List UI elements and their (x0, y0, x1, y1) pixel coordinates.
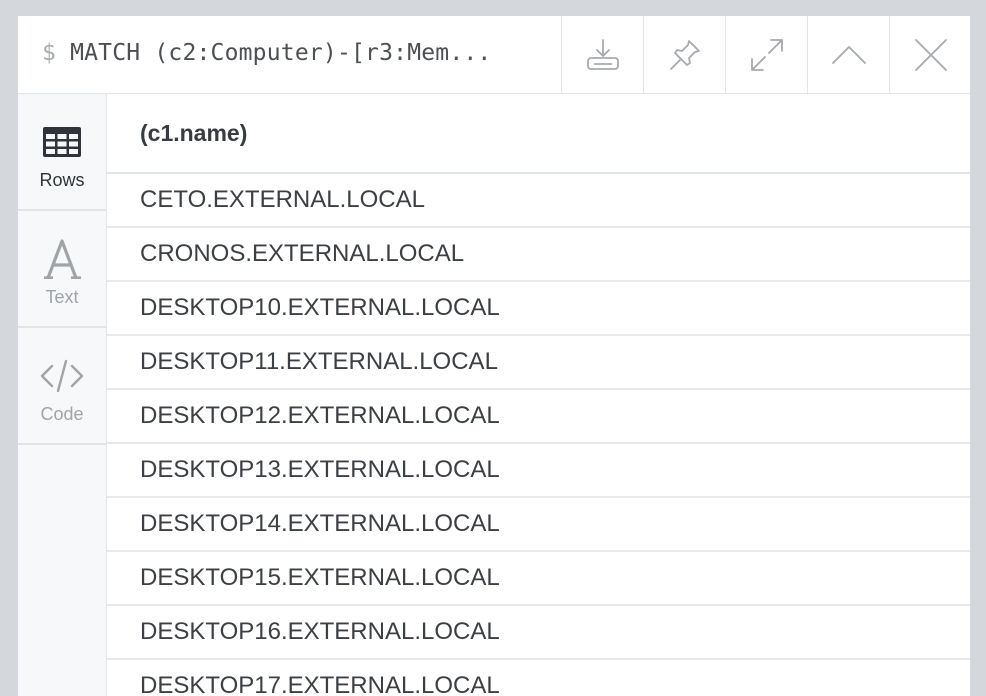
frame-header: $ MATCH (c2:Computer)-[r3:Mem... (18, 16, 970, 94)
table-row: DESKTOP14.EXTERNAL.LOCAL (107, 498, 970, 552)
download-button[interactable] (561, 16, 643, 93)
tab-text-label: Text (45, 287, 79, 307)
query-text: MATCH (c2:Computer)-[r3:Mem... (70, 40, 492, 66)
close-icon (914, 38, 947, 71)
collapse-button[interactable] (807, 16, 889, 93)
query-prompt: $ (42, 40, 57, 66)
result-frame: $ MATCH (c2:Computer)-[r3:Mem... Rows Te… (18, 16, 970, 696)
close-button[interactable] (889, 16, 970, 93)
table-row: DESKTOP12.EXTERNAL.LOCAL (107, 390, 970, 444)
pin-button[interactable] (643, 16, 725, 93)
view-sidebar: Rows Text Code (18, 94, 107, 696)
download-icon (586, 38, 619, 70)
expand-icon (750, 38, 783, 71)
table-row: DESKTOP11.EXTERNAL.LOCAL (107, 336, 970, 390)
tab-code[interactable]: Code (18, 328, 106, 445)
fullscreen-button[interactable] (725, 16, 807, 93)
text-icon (44, 239, 81, 279)
table-row: CRONOS.EXTERNAL.LOCAL (107, 228, 970, 282)
chevron-up-icon (831, 45, 866, 64)
table-row: DESKTOP15.EXTERNAL.LOCAL (107, 552, 970, 606)
table-icon (43, 127, 81, 157)
table-row: CETO.EXTERNAL.LOCAL (107, 174, 970, 228)
pin-icon (669, 39, 700, 70)
tab-code-label: Code (40, 404, 84, 424)
table-row: DESKTOP13.EXTERNAL.LOCAL (107, 444, 970, 498)
code-icon (40, 359, 84, 393)
table-row: DESKTOP10.EXTERNAL.LOCAL (107, 282, 970, 336)
query-editor[interactable]: $ MATCH (c2:Computer)-[r3:Mem... (42, 40, 491, 66)
column-header: (c1.name) (107, 94, 970, 174)
tab-rows[interactable]: Rows (18, 94, 106, 211)
results-table: (c1.name) CETO.EXTERNAL.LOCAL CRONOS.EXT… (107, 94, 970, 696)
table-row: DESKTOP16.EXTERNAL.LOCAL (107, 606, 970, 660)
tab-rows-label: Rows (39, 170, 85, 190)
tab-text[interactable]: Text (18, 211, 106, 328)
table-row: DESKTOP17.EXTERNAL.LOCAL (107, 660, 970, 696)
